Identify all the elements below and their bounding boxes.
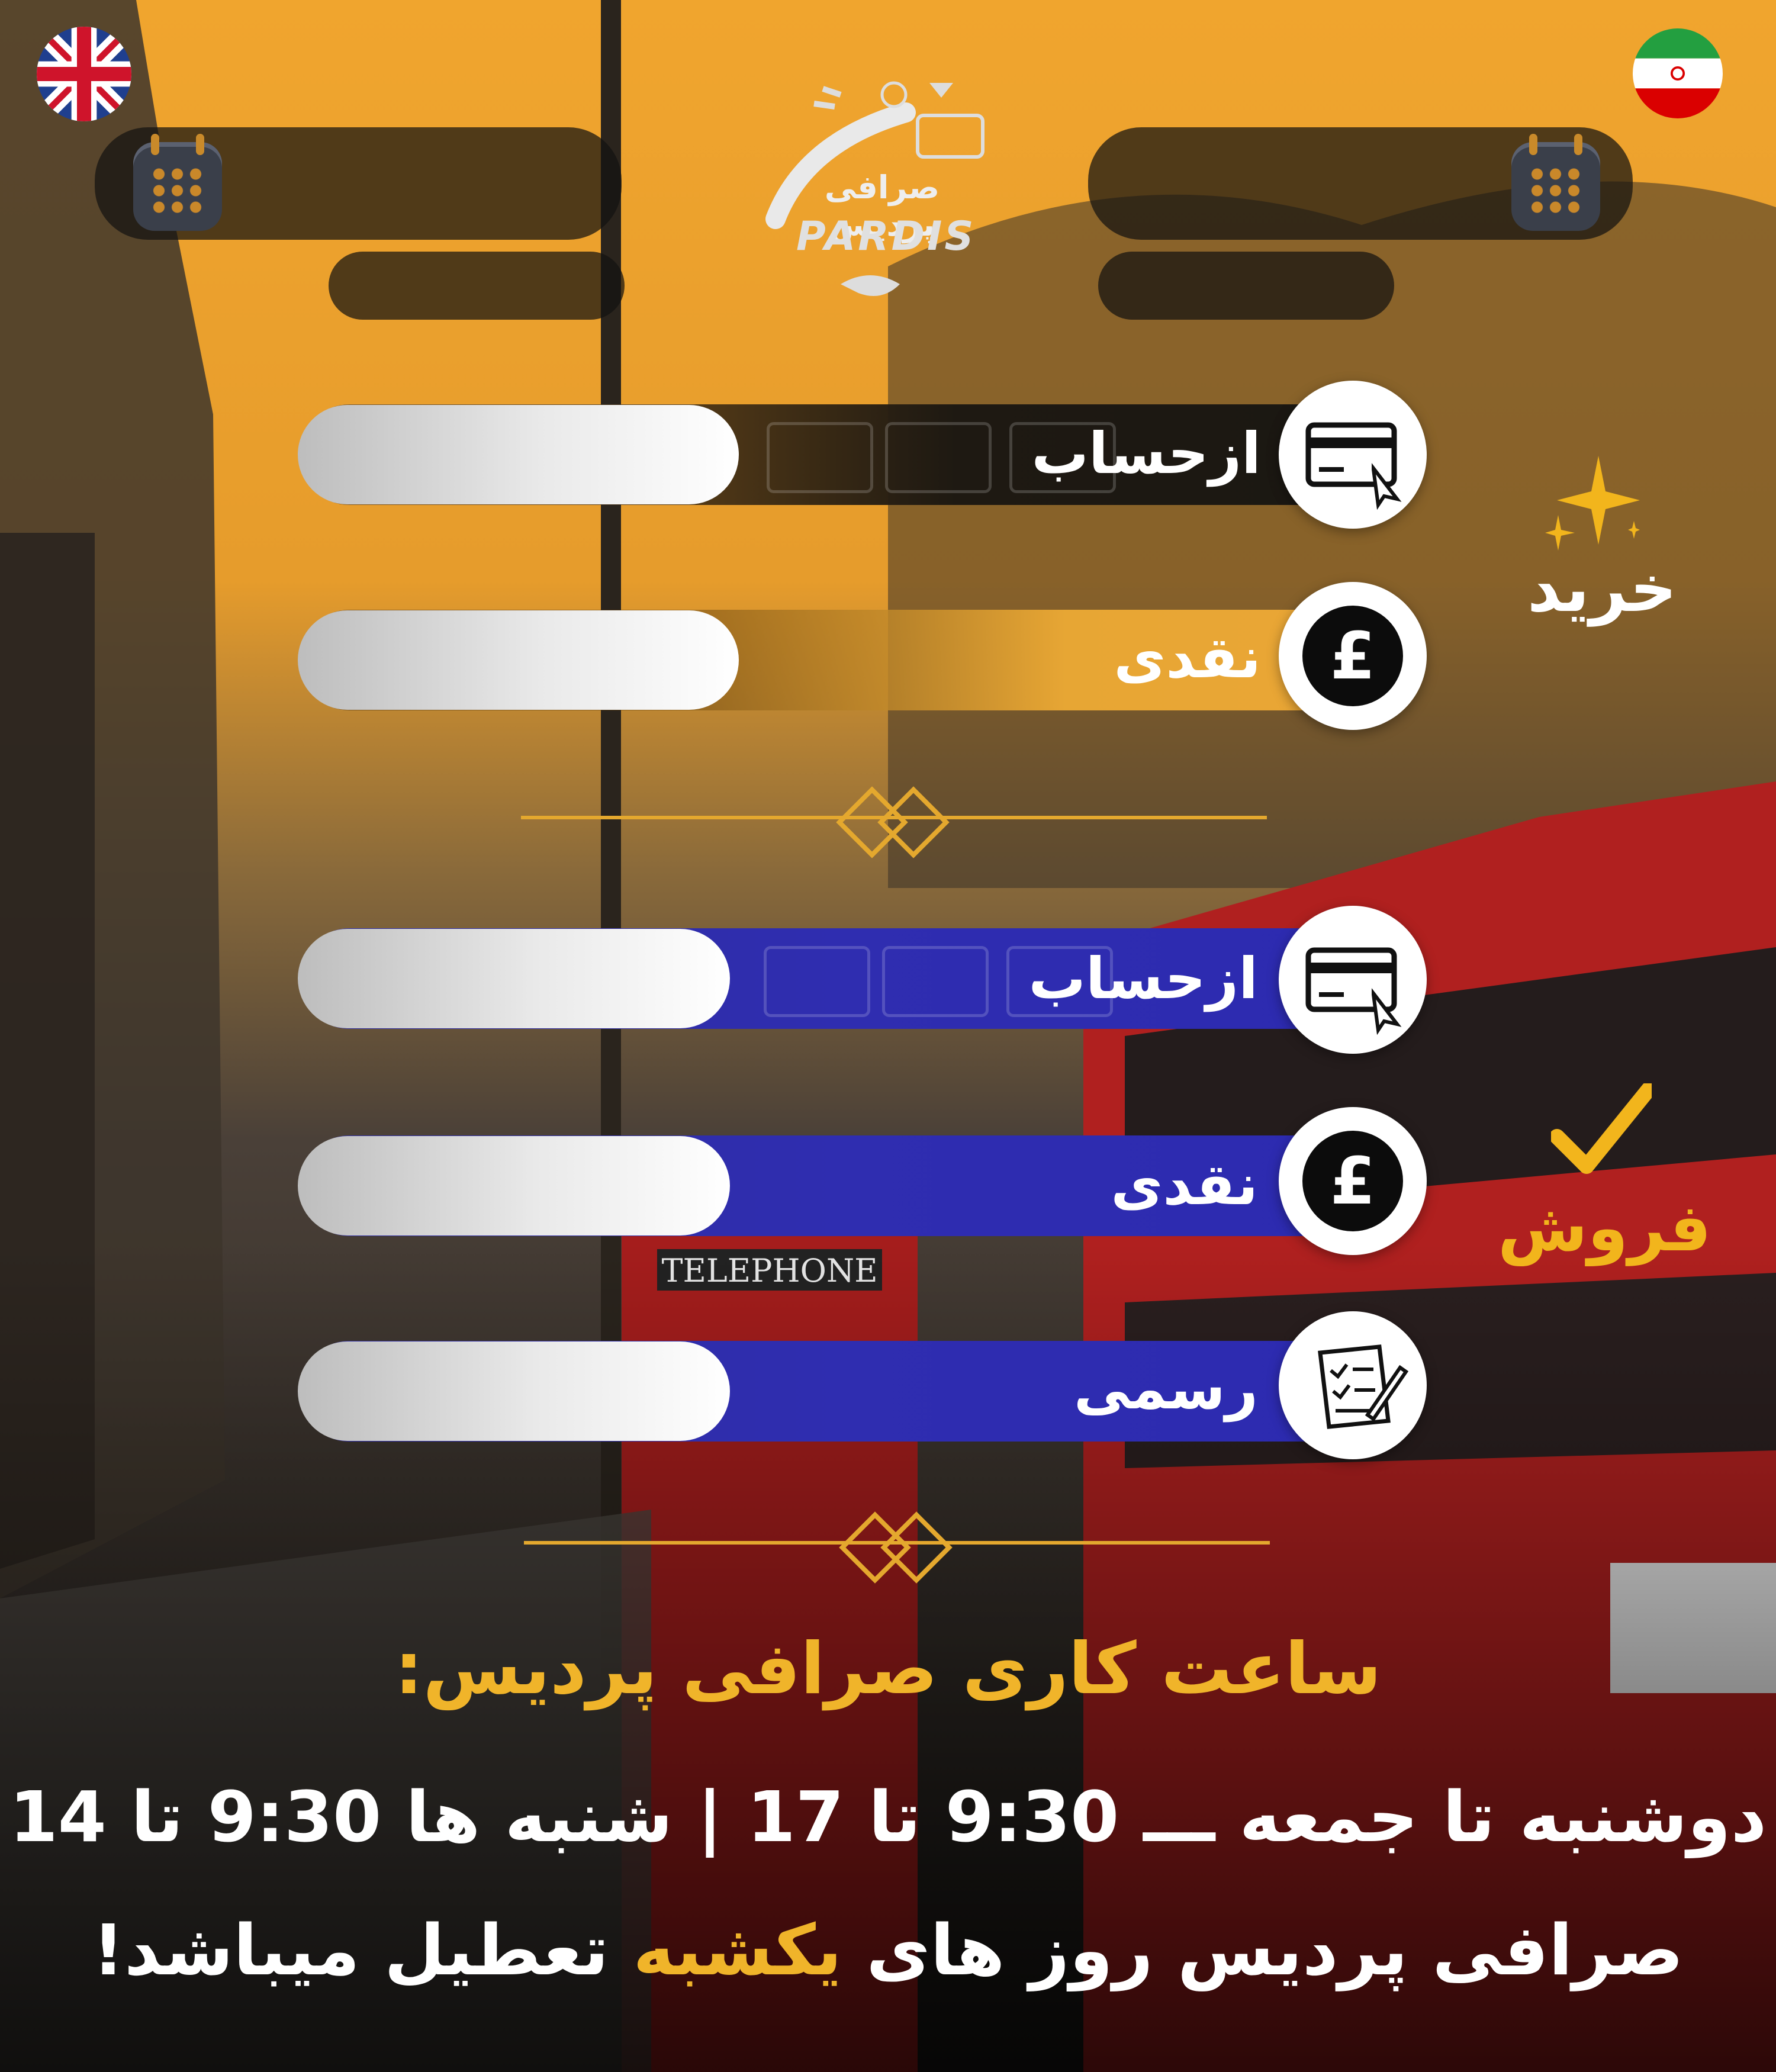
buy-account-icon-circle [1279, 381, 1427, 529]
buy-cash-label: نقدی [1114, 625, 1261, 691]
closed-notice-prefix: صرافی پردیس روز های [866, 1909, 1684, 1991]
pound-icon: £ [1302, 1131, 1403, 1231]
logo-en-name: PARDIS [796, 213, 976, 260]
buy-cash-price-field[interactable] [298, 610, 739, 710]
card-ghost-icon [885, 422, 992, 493]
sell-official-price-field[interactable] [298, 1341, 730, 1441]
sell-cash-price-field[interactable] [298, 1136, 730, 1236]
buy-account-price-field[interactable] [298, 405, 739, 504]
pardis-logo: صرافی پردیس PARDIS [752, 71, 1000, 320]
pound-icon: £ [1302, 606, 1403, 706]
closed-notice-suffix: تعطیل میباشد! [92, 1909, 609, 1991]
iran-flag [1633, 28, 1723, 118]
buy-account-label: ازحساب [1031, 420, 1261, 487]
sell-title: فروش [1498, 1190, 1711, 1266]
uk-flag [37, 27, 131, 121]
sparkle-icon [1545, 456, 1640, 551]
left-rate-pill[interactable] [329, 252, 625, 320]
working-hours-title: ساعت کاری صرافی پردیس: [394, 1628, 1382, 1710]
credit-card-icon [1305, 947, 1402, 1035]
card-ghost-icon [764, 946, 870, 1017]
calendar-icon [133, 134, 222, 231]
checkmark-icon [1551, 1083, 1652, 1174]
working-hours-schedule: دوشنبه تا جمعه ـــ 9:30 تا 17 | شنبه ها … [9, 1776, 1767, 1858]
sell-cash-icon-circle: £ [1279, 1107, 1427, 1255]
buy-title: خرید [1527, 551, 1677, 626]
sell-cash-label: نقدی [1111, 1151, 1258, 1218]
sell-account-label: ازحساب [1028, 945, 1258, 1012]
closed-day-notice: صرافی پردیس روز های یکشبه تعطیل میباشد! [0, 1909, 1776, 1991]
closed-day-highlight: یکشبه [633, 1909, 842, 1991]
buy-cash-icon-circle: £ [1279, 582, 1427, 730]
card-ghost-icon [882, 946, 989, 1017]
sell-official-label: رسمی [1073, 1356, 1258, 1422]
form-checklist-icon [1318, 1344, 1409, 1429]
sell-account-icon-circle [1279, 906, 1427, 1054]
sell-account-price-field[interactable] [298, 929, 730, 1028]
card-ghost-icon [767, 422, 873, 493]
sell-official-icon-circle [1279, 1311, 1427, 1459]
right-rate-pill[interactable] [1098, 252, 1394, 320]
calendar-icon [1511, 134, 1600, 231]
credit-card-icon [1305, 422, 1402, 510]
